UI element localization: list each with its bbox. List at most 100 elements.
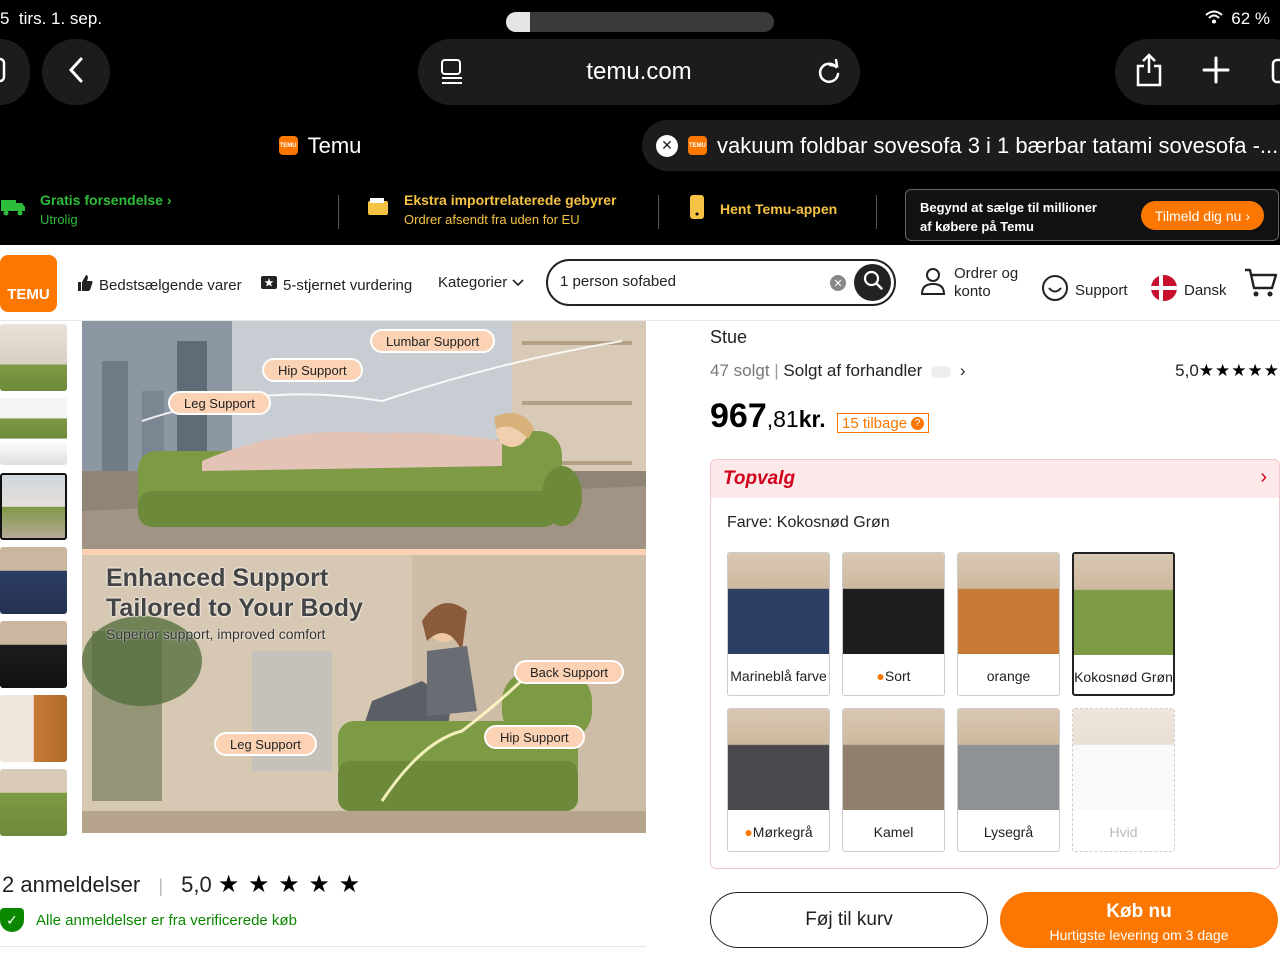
thumbnail[interactable] bbox=[0, 621, 67, 688]
bestsellers-link[interactable]: Bedstsælgende varer bbox=[76, 274, 242, 296]
close-icon[interactable]: ✕ bbox=[656, 134, 678, 157]
tab-title: Temu bbox=[307, 132, 362, 158]
wallet-icon bbox=[366, 196, 390, 223]
swatch-label: Lysegrå bbox=[983, 824, 1034, 840]
wifi-icon bbox=[1205, 9, 1223, 29]
reviews-count-row[interactable]: 2 anmeldelser | 5,0 ★ ★ ★ ★ ★ bbox=[2, 870, 361, 899]
search-bar: ✕ bbox=[546, 259, 896, 306]
clear-search-icon[interactable]: ✕ bbox=[830, 275, 846, 291]
swatch-label: Hvid bbox=[1109, 824, 1138, 840]
tabs-overview-icon[interactable] bbox=[1269, 55, 1280, 90]
address-bar[interactable]: temu.com bbox=[418, 39, 860, 105]
shield-check-icon: ✓ bbox=[0, 908, 24, 932]
color-swatch[interactable]: Kamel bbox=[842, 708, 945, 852]
import-fees-title: Ekstra importrelaterede gebyrer bbox=[404, 191, 617, 208]
product-rating[interactable]: 5,0★★★★★ bbox=[1175, 361, 1280, 381]
swatch-image bbox=[1074, 554, 1173, 655]
color-swatch[interactable]: Kokosnød Grøn bbox=[1072, 552, 1175, 696]
seller-link[interactable]: Solgt af forhandler bbox=[783, 361, 922, 380]
free-shipping-sub: Utrolig bbox=[40, 211, 78, 227]
support-link[interactable]: Support bbox=[1041, 274, 1128, 306]
search-input[interactable] bbox=[560, 273, 820, 290]
status-time: 5 tirs. 1. sep. bbox=[0, 9, 103, 28]
swatch-label: Kamel bbox=[873, 824, 914, 840]
thumbnail-selected[interactable] bbox=[0, 473, 67, 540]
seller-signup-banner[interactable]: Begynd at sælge til millioner af købere p… bbox=[905, 189, 1279, 241]
import-fees-sub: Ordrer afsendt fra uden for EU bbox=[404, 211, 580, 227]
seller-badge-icon bbox=[931, 365, 952, 378]
thumbnail[interactable] bbox=[0, 695, 67, 762]
image-badge: Leg Support bbox=[214, 732, 317, 756]
cart-icon[interactable] bbox=[1244, 267, 1278, 304]
star-badge-icon bbox=[260, 274, 278, 296]
top-choice-header[interactable]: Topvalg › bbox=[711, 460, 1279, 498]
thumbnail[interactable] bbox=[0, 769, 67, 836]
image-subline: Superior support, improved comfort bbox=[106, 626, 326, 642]
free-shipping-promo[interactable]: Gratis forsendelse › Utrolig bbox=[0, 173, 172, 245]
stock-left-badge[interactable]: 15 tilbage ? bbox=[837, 413, 930, 433]
color-swatch[interactable]: ● Sort bbox=[842, 552, 945, 696]
tab-product-active[interactable]: ✕ TEMU vakuum foldbar sovesofa 3 i 1 bær… bbox=[642, 120, 1280, 171]
breadcrumb[interactable]: Stue bbox=[710, 327, 747, 348]
reload-icon[interactable] bbox=[816, 58, 842, 90]
temu-favicon-icon: TEMU bbox=[278, 136, 298, 155]
color-swatch[interactable]: Marineblå farve bbox=[727, 552, 830, 696]
five-star-link[interactable]: 5-stjernet vurdering bbox=[260, 274, 412, 296]
swatch-image bbox=[728, 553, 829, 654]
search-button[interactable] bbox=[854, 264, 891, 301]
thumbnail[interactable] bbox=[0, 324, 67, 391]
user-icon bbox=[920, 267, 946, 299]
truck-icon bbox=[0, 197, 26, 222]
language-selector[interactable]: Dansk bbox=[1150, 274, 1227, 306]
swatch-image bbox=[728, 709, 829, 810]
buy-now-button[interactable]: Køb nu Hurtigste levering om 3 dage bbox=[1000, 892, 1278, 948]
get-app-title: Hent Temu-appen bbox=[720, 201, 838, 217]
swatch-label: Kokosnød Grøn bbox=[1074, 669, 1173, 685]
image-badge: Hip Support bbox=[262, 358, 363, 382]
swatch-image bbox=[958, 709, 1059, 810]
color-swatch[interactable]: orange bbox=[957, 552, 1060, 696]
thumbnail[interactable] bbox=[0, 398, 67, 465]
media-volume-pill[interactable] bbox=[506, 12, 774, 32]
sidebar-button[interactable] bbox=[0, 39, 30, 105]
price: 967,81kr. bbox=[710, 397, 826, 435]
swatch-label: ● Mørkegrå bbox=[744, 824, 813, 840]
swatch-label: ● Sort bbox=[876, 668, 911, 684]
main-product-image[interactable]: Lumbar Support Hip Support Leg Support E… bbox=[82, 321, 646, 833]
signup-button[interactable]: Tilmeld dig nu › bbox=[1140, 201, 1264, 230]
thumbnail[interactable] bbox=[0, 547, 67, 614]
temu-favicon-icon: TEMU bbox=[688, 136, 707, 155]
temu-logo[interactable]: TEMU bbox=[0, 255, 57, 312]
sold-and-seller: 47 solgt | Solgt af forhandler › bbox=[710, 361, 966, 380]
orders-account-link[interactable]: Ordrer og konto bbox=[920, 265, 1018, 301]
phone-icon bbox=[688, 194, 706, 225]
star-rating-icon: ★★★★★ bbox=[1198, 361, 1280, 380]
image-badge: Lumbar Support bbox=[370, 329, 496, 353]
support-smile-icon bbox=[1041, 274, 1069, 306]
chevron-right-icon[interactable]: › bbox=[960, 361, 966, 380]
add-to-cart-button[interactable]: Føj til kurv bbox=[710, 892, 988, 948]
import-fees-promo[interactable]: Ekstra importrelaterede gebyrer Ordrer a… bbox=[366, 173, 616, 245]
flame-icon: ● bbox=[876, 668, 885, 684]
color-swatch[interactable]: Lysegrå bbox=[957, 708, 1060, 852]
new-tab-plus-icon[interactable] bbox=[1201, 55, 1231, 90]
color-label: Farve: Kokosnød Grøn bbox=[727, 514, 890, 531]
site-header: TEMU Bedstsælgende varer 5-stjernet vurd… bbox=[0, 245, 1280, 321]
image-badge: Hip Support bbox=[484, 725, 585, 749]
swatch-image bbox=[843, 553, 944, 654]
battery-text: 62 % bbox=[1231, 9, 1270, 28]
color-swatch[interactable]: ● Mørkegrå bbox=[727, 708, 830, 852]
swatch-image bbox=[843, 709, 944, 810]
share-icon[interactable] bbox=[1135, 52, 1163, 92]
back-button[interactable] bbox=[42, 39, 110, 105]
search-icon bbox=[863, 270, 883, 295]
chevron-left-icon bbox=[66, 56, 86, 89]
swatch-image bbox=[1073, 709, 1174, 810]
seller-signup-text: Begynd at sælge til millioner af købere p… bbox=[920, 200, 1097, 234]
get-app-promo[interactable]: Hent Temu-appen bbox=[688, 173, 837, 245]
image-headline: Enhanced Support Tailored to Your Body bbox=[106, 564, 363, 622]
tab-temu[interactable]: TEMU Temu bbox=[0, 118, 640, 173]
star-rating-icon: ★ ★ ★ ★ ★ bbox=[217, 871, 362, 898]
categories-menu[interactable]: Kategorier bbox=[438, 274, 524, 291]
chevron-down-icon bbox=[512, 274, 524, 291]
